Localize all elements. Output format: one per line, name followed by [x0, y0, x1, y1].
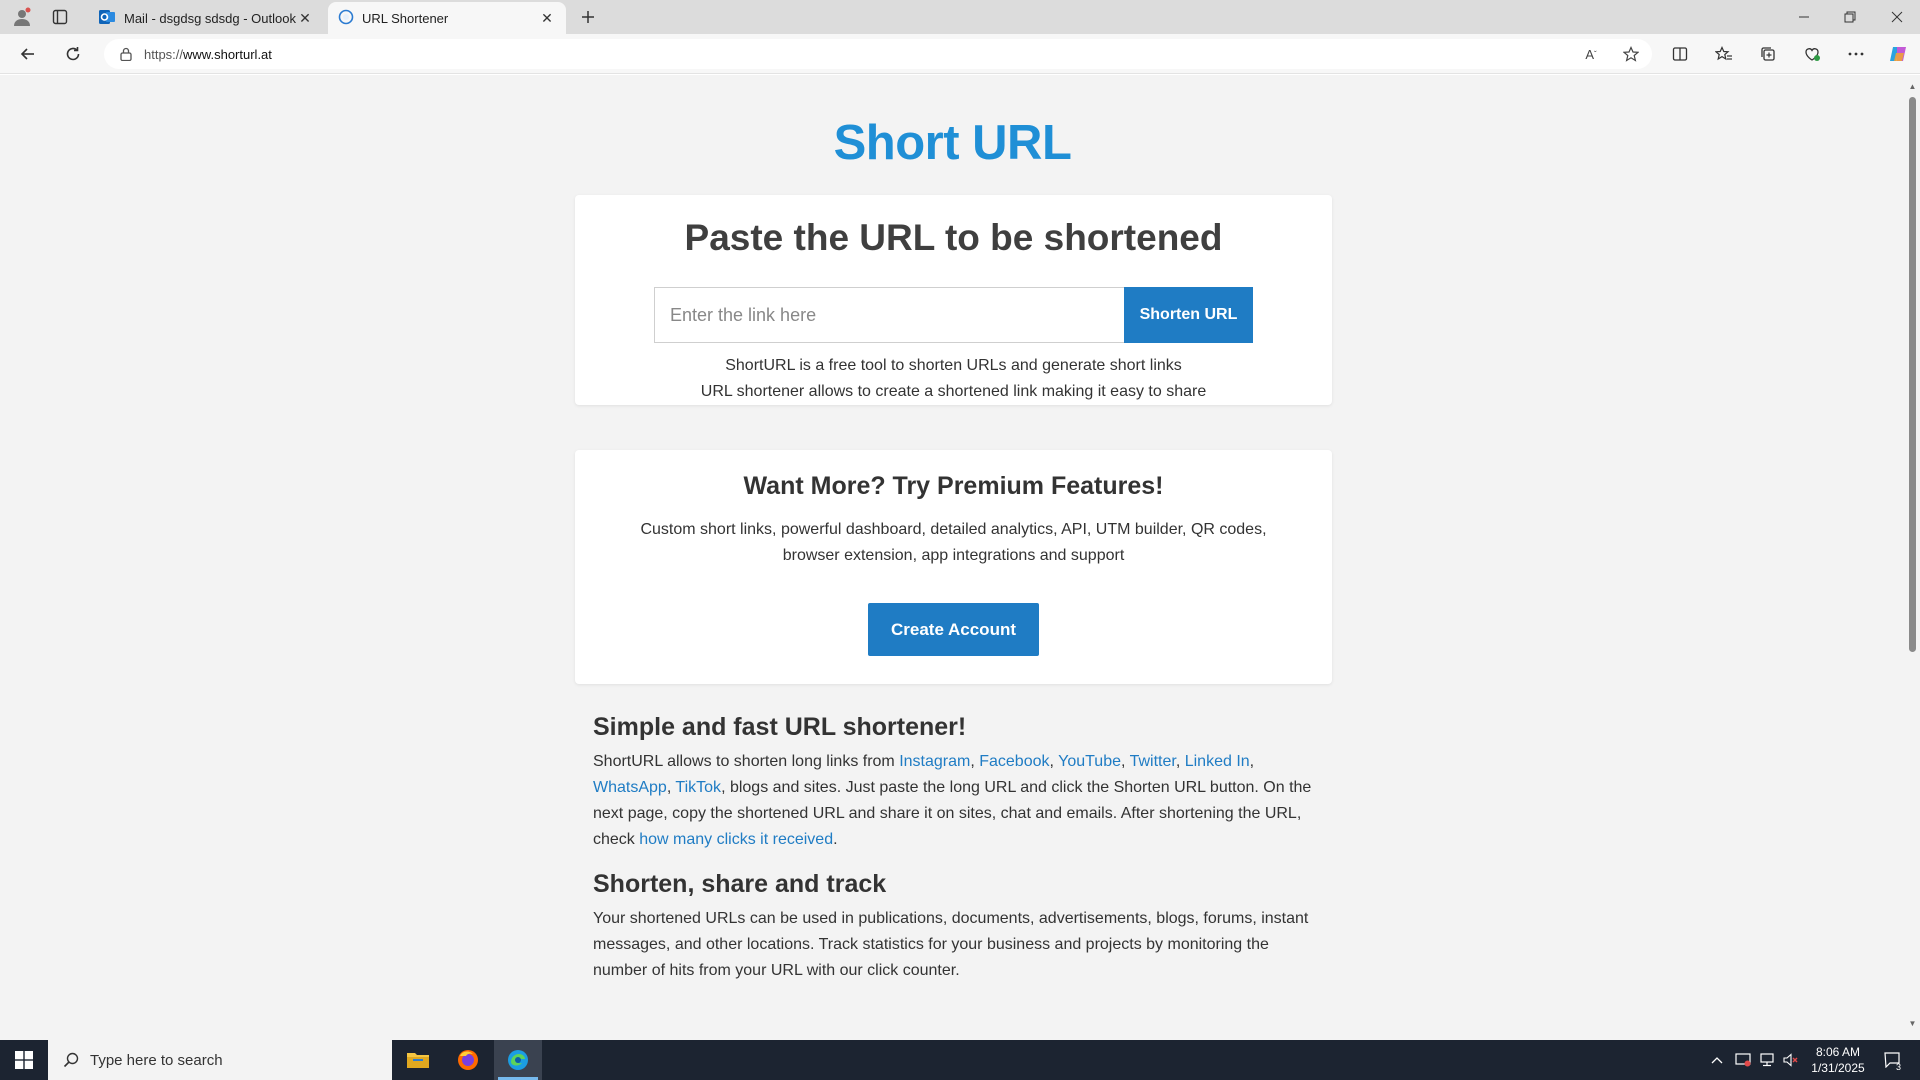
browser-tab-bar: Mail - dsgdsg sdsdg - Outlook ✕ URL Shor…: [0, 0, 1920, 34]
windows-taskbar: Type here to search 8:06 AM 1/31/2025 3: [0, 1040, 1920, 1080]
tab-outlook[interactable]: Mail - dsgdsg sdsdg - Outlook ✕: [88, 2, 324, 34]
refresh-icon[interactable]: [57, 40, 89, 68]
security-tray-icon[interactable]: [1732, 1040, 1754, 1080]
shorten-url-button[interactable]: Shorten URL: [1124, 287, 1253, 343]
page-viewport: Short URL Paste the URL to be shortened …: [0, 75, 1905, 1040]
lock-icon[interactable]: [118, 46, 134, 62]
close-icon[interactable]: ✕: [538, 9, 556, 27]
shorten-heading: Paste the URL to be shortened: [684, 217, 1223, 258]
back-icon[interactable]: [12, 40, 44, 68]
browser-address-bar: https://www.shorturl.at Aˇ: [0, 34, 1920, 74]
restore-icon[interactable]: [1827, 0, 1873, 34]
read-aloud-icon[interactable]: Aˇ: [1576, 39, 1606, 69]
favorite-star-icon[interactable]: [1616, 39, 1646, 69]
network-icon[interactable]: [1756, 1040, 1778, 1080]
page-scrollbar[interactable]: ▲ ▼: [1905, 75, 1920, 1040]
scrollbar-thumb[interactable]: [1909, 97, 1916, 652]
notification-center-icon[interactable]: 3: [1876, 1040, 1910, 1080]
link-input[interactable]: [654, 287, 1124, 343]
section-text: ShortURL allows to shorten long links fr…: [593, 753, 1312, 848]
shorten-share-track-section: Shorten, share and track Your shortened …: [593, 870, 1313, 984]
link-linkedin[interactable]: Linked In: [1185, 753, 1250, 770]
edge-icon[interactable]: [494, 1040, 542, 1080]
taskbar-clock[interactable]: 8:06 AM 1/31/2025: [1802, 1044, 1874, 1076]
collections-icon[interactable]: [1751, 40, 1785, 68]
address-field[interactable]: https://www.shorturl.at Aˇ: [104, 39, 1652, 69]
file-explorer-icon[interactable]: [394, 1040, 442, 1080]
tab-actions-icon[interactable]: [47, 5, 73, 29]
notification-count: 3: [1896, 1062, 1902, 1072]
outlook-icon: [98, 8, 116, 29]
firefox-icon[interactable]: [444, 1040, 492, 1080]
link-twitter[interactable]: Twitter: [1130, 753, 1176, 770]
scroll-up-icon[interactable]: ▲: [1908, 82, 1917, 91]
link-facebook[interactable]: Facebook: [979, 753, 1049, 770]
section-text: Your shortened URLs can be used in publi…: [593, 910, 1309, 979]
address-url: https://www.shorturl.at: [144, 46, 272, 62]
link-instagram[interactable]: Instagram: [899, 753, 970, 770]
simple-fast-section: Simple and fast URL shortener! ShortURL …: [593, 713, 1313, 853]
section-heading: Simple and fast URL shortener!: [593, 713, 967, 741]
profile-icon[interactable]: [9, 5, 35, 29]
browser-essentials-icon[interactable]: [1795, 40, 1829, 68]
tab-title: URL Shortener: [362, 10, 449, 26]
link-youtube[interactable]: YouTube: [1058, 753, 1121, 770]
close-icon[interactable]: ✕: [296, 9, 314, 27]
create-account-button[interactable]: Create Account: [868, 603, 1039, 656]
shorten-description: ShortURL is a free tool to shorten URLs …: [700, 357, 1207, 400]
globe-icon: [338, 9, 354, 28]
split-screen-icon[interactable]: [1663, 40, 1697, 68]
favorites-icon[interactable]: [1707, 40, 1741, 68]
windows-start-icon[interactable]: [0, 1040, 48, 1080]
clock-date: 1/31/2025: [1811, 1061, 1865, 1075]
more-menu-icon[interactable]: [1839, 40, 1873, 68]
minimize-icon[interactable]: [1781, 0, 1827, 34]
clock-time: 8:06 AM: [1815, 1045, 1861, 1059]
show-hidden-icons[interactable]: [1706, 1040, 1728, 1080]
search-icon: [62, 1051, 80, 1069]
premium-heading: Want More? Try Premium Features!: [743, 472, 1164, 500]
link-tiktok[interactable]: TikTok: [675, 779, 721, 796]
shorten-form: Shorten URL: [654, 287, 1253, 343]
tab-title: Mail - dsgdsg sdsdg - Outlook: [124, 10, 296, 26]
scroll-down-icon[interactable]: ▼: [1908, 1019, 1917, 1028]
new-tab-icon[interactable]: [575, 5, 601, 29]
volume-muted-icon[interactable]: [1780, 1040, 1802, 1080]
tab-url-shortener[interactable]: URL Shortener ✕: [328, 2, 566, 34]
copilot-icon[interactable]: [1881, 40, 1915, 68]
search-placeholder: Type here to search: [90, 1051, 223, 1069]
site-title[interactable]: Short URL: [0, 115, 1905, 171]
premium-card: Want More? Try Premium Features! Custom …: [575, 450, 1332, 684]
close-window-icon[interactable]: [1874, 0, 1920, 34]
link-whatsapp[interactable]: WhatsApp: [593, 779, 667, 796]
section-heading: Shorten, share and track: [593, 870, 887, 898]
taskbar-search[interactable]: Type here to search: [48, 1040, 392, 1080]
link-clicks-counter[interactable]: how many clicks it received: [639, 831, 833, 848]
premium-description: Custom short links, powerful dashboard, …: [640, 521, 1267, 564]
shorten-card: Paste the URL to be shortened Shorten UR…: [575, 195, 1332, 405]
